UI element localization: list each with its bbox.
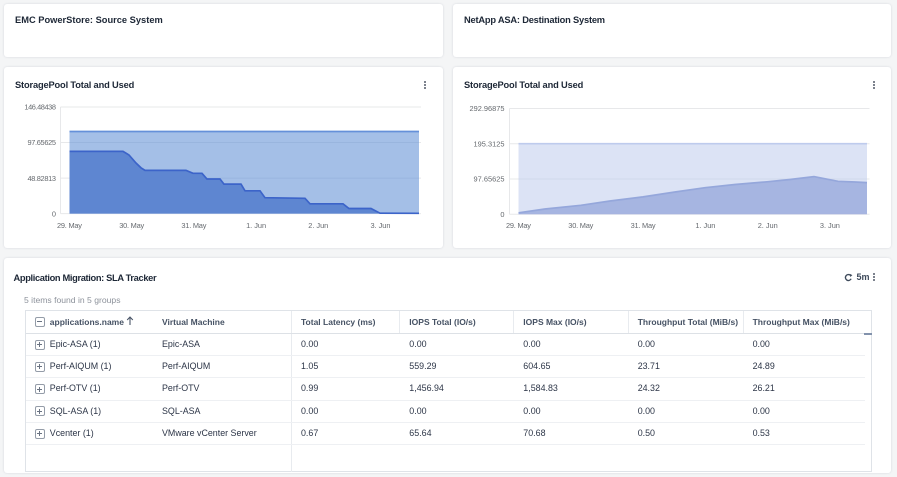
svg-text:1. Jun: 1. Jun (695, 221, 715, 230)
svg-text:29. May: 29. May (57, 221, 82, 230)
svg-text:146.48438: 146.48438 (24, 103, 56, 112)
svg-text:48.82813: 48.82813 (28, 174, 57, 183)
svg-text:3. Jun: 3. Jun (371, 221, 391, 230)
svg-text:30. May: 30. May (568, 221, 593, 230)
svg-text:97.65625: 97.65625 (28, 138, 57, 147)
svg-text:2. Jun: 2. Jun (758, 221, 778, 230)
svg-text:31. May: 31. May (181, 221, 206, 230)
svg-text:292.96875: 292.96875 (470, 104, 505, 113)
svg-text:0: 0 (500, 210, 504, 219)
svg-text:2. Jun: 2. Jun (308, 221, 328, 230)
svg-text:97.65625: 97.65625 (474, 175, 505, 184)
svg-text:0: 0 (52, 209, 56, 218)
svg-text:1. Jun: 1. Jun (246, 221, 266, 230)
svg-text:195.3125: 195.3125 (474, 139, 505, 148)
svg-text:30. May: 30. May (119, 221, 144, 230)
svg-text:31. May: 31. May (631, 221, 656, 230)
svg-text:3. Jun: 3. Jun (820, 221, 840, 230)
svg-text:29. May: 29. May (506, 221, 531, 230)
